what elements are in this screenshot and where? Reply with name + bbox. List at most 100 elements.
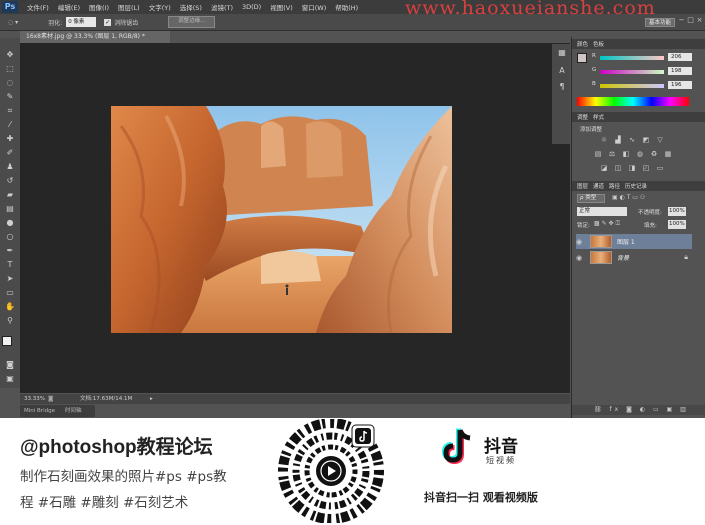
menu-type[interactable]: 文字(Y): [149, 2, 171, 12]
bw-icon[interactable]: ◧: [622, 151, 630, 158]
quick-select-icon[interactable]: ✎: [3, 92, 17, 102]
history-brush-icon[interactable]: ↺: [3, 176, 17, 186]
blur-icon[interactable]: ●: [3, 218, 17, 228]
menu-view[interactable]: 视图(V): [270, 2, 293, 12]
quick-mask-icon[interactable]: ◙: [3, 360, 17, 370]
menu-layer[interactable]: 图层(L): [118, 2, 140, 12]
tab-paths[interactable]: 路径: [609, 182, 620, 190]
channel-b-slider[interactable]: [600, 84, 664, 88]
fill-input[interactable]: 100%: [668, 220, 686, 229]
layer-filter-select[interactable]: ρ 类型: [577, 194, 605, 203]
foreground-color-swatch[interactable]: [2, 336, 12, 346]
menu-file[interactable]: 文件(F): [27, 2, 49, 12]
status-menu-icon[interactable]: ◙: [48, 394, 53, 404]
color-balance-icon[interactable]: ⚖: [608, 151, 616, 158]
move-icon[interactable]: ✥: [3, 50, 17, 60]
channel-r-value[interactable]: 206: [668, 53, 692, 61]
channel-b-value[interactable]: 196: [668, 81, 692, 89]
levels-icon[interactable]: ▟: [614, 137, 622, 144]
maximize-icon[interactable]: □: [686, 16, 695, 25]
posterize-icon[interactable]: ◫: [614, 165, 622, 172]
lock-icons[interactable]: ▩ ✎ ✥ ⚿: [594, 220, 620, 228]
curves-icon[interactable]: ∿: [628, 137, 636, 144]
character-panel-icon[interactable]: A: [555, 66, 569, 76]
hue-icon[interactable]: ▤: [594, 151, 602, 158]
vibrance-icon[interactable]: ▽: [656, 137, 664, 144]
exposure-icon[interactable]: ◩: [642, 137, 650, 144]
channel-mixer-icon[interactable]: ♻: [650, 151, 658, 158]
threshold-icon[interactable]: ◨: [628, 165, 636, 172]
fg-color-swatch[interactable]: [577, 53, 587, 63]
eraser-icon[interactable]: ▰: [3, 190, 17, 200]
menu-edit[interactable]: 编辑(E): [58, 2, 80, 12]
channel-r-slider[interactable]: [600, 56, 664, 60]
tab-color[interactable]: 颜色: [577, 40, 588, 48]
close-icon[interactable]: ×: [695, 16, 704, 25]
layer-row[interactable]: ◉ 背景 🔒︎: [576, 250, 692, 265]
blend-mode-select[interactable]: 正常: [577, 207, 627, 216]
rock-arch-photo: [111, 106, 452, 333]
status-arrow-icon[interactable]: ▸: [150, 394, 153, 404]
antialias-checkbox[interactable]: ✓: [104, 18, 112, 26]
document-tab[interactable]: 16x8素材.jpg @ 33.3% (图层 1, RGB/8) *: [20, 31, 170, 43]
photo-filter-icon[interactable]: ◍: [636, 151, 644, 158]
dodge-icon[interactable]: ○: [3, 232, 17, 242]
tab-adjustments[interactable]: 调整: [577, 113, 588, 121]
eye-icon[interactable]: ◉: [576, 254, 586, 262]
layer-filter-icons[interactable]: ▣ ◐ T ▭ ⚇: [612, 194, 645, 201]
tab-history[interactable]: 历史记录: [625, 182, 647, 190]
refine-edge-button[interactable]: 调整边缘...: [168, 16, 216, 28]
path-select-icon[interactable]: ➤: [3, 274, 17, 284]
lasso-icon[interactable]: ◌: [3, 78, 17, 88]
type-icon[interactable]: T: [3, 260, 17, 270]
pen-icon[interactable]: ✒: [3, 246, 17, 256]
channel-g-slider[interactable]: [600, 70, 664, 74]
screen-mode-icon[interactable]: ▣: [3, 374, 17, 384]
tab-styles[interactable]: 样式: [593, 113, 604, 121]
shape-icon[interactable]: ▭: [3, 288, 17, 298]
color-lookup-icon[interactable]: ▦: [664, 151, 672, 158]
minimize-icon[interactable]: −: [677, 16, 686, 25]
crop-icon[interactable]: ⌗: [3, 106, 17, 116]
qr-code-graphic: [278, 418, 384, 524]
photoshop-window: Ps 文件(F) 编辑(E) 图像(I) 图层(L) 文字(Y) 选择(S) 滤…: [0, 0, 705, 418]
tab-swatches[interactable]: 色板: [593, 40, 604, 48]
lasso-tool-icon[interactable]: ◌ ▾: [8, 19, 18, 26]
brush-icon[interactable]: ✐: [3, 148, 17, 158]
gradient-map-icon[interactable]: ▭: [656, 165, 664, 172]
tab-layers[interactable]: 图层: [577, 182, 588, 190]
hand-icon[interactable]: ✋: [3, 302, 17, 312]
menu-select[interactable]: 选择(S): [180, 2, 202, 12]
zoom-level[interactable]: 33.33%: [24, 394, 45, 404]
menu-filter[interactable]: 滤镜(T): [211, 2, 233, 12]
tab-mini-bridge[interactable]: Mini Bridge: [24, 405, 55, 417]
menu-3d[interactable]: 3D(D): [242, 3, 261, 11]
brightness-icon[interactable]: ☼: [600, 137, 608, 144]
feather-input[interactable]: 0 像素: [66, 17, 97, 27]
workspace-switcher[interactable]: 基本功能: [645, 18, 675, 27]
marquee-icon[interactable]: ⬚: [3, 64, 17, 74]
watermark-text: www.haoxueianshe.com: [405, 0, 656, 19]
gradient-icon[interactable]: ▤: [3, 204, 17, 214]
menu-window[interactable]: 窗口(W): [302, 2, 327, 12]
eye-icon[interactable]: ◉: [576, 238, 586, 246]
douyin-qr-code[interactable]: [276, 418, 386, 524]
lock-icon: 🔒︎: [684, 253, 688, 261]
eyedropper-icon[interactable]: ⁄: [3, 120, 17, 130]
layer-row[interactable]: ◉ 图层 1: [576, 234, 692, 249]
paragraph-panel-icon[interactable]: ¶: [555, 82, 569, 92]
color-spectrum-bar[interactable]: [577, 97, 689, 106]
layers-footer-icons[interactable]: ⛓ fx ◙ ◐ ▭ ▣ ▥: [572, 405, 705, 415]
menu-help[interactable]: 帮助(H): [335, 2, 358, 12]
menu-image[interactable]: 图像(I): [89, 2, 109, 12]
stamp-icon[interactable]: ♟: [3, 162, 17, 172]
tab-timeline[interactable]: 时间轴: [65, 405, 82, 417]
invert-icon[interactable]: ◪: [600, 165, 608, 172]
healing-icon[interactable]: ✚: [3, 134, 17, 144]
opacity-input[interactable]: 100%: [668, 207, 686, 216]
selective-color-icon[interactable]: ◰: [642, 165, 650, 172]
channel-g-value[interactable]: 198: [668, 67, 692, 75]
zoom-icon[interactable]: ⚲: [3, 316, 17, 326]
history-panel-icon[interactable]: ▦: [555, 48, 569, 58]
tab-channels[interactable]: 通道: [593, 182, 604, 190]
